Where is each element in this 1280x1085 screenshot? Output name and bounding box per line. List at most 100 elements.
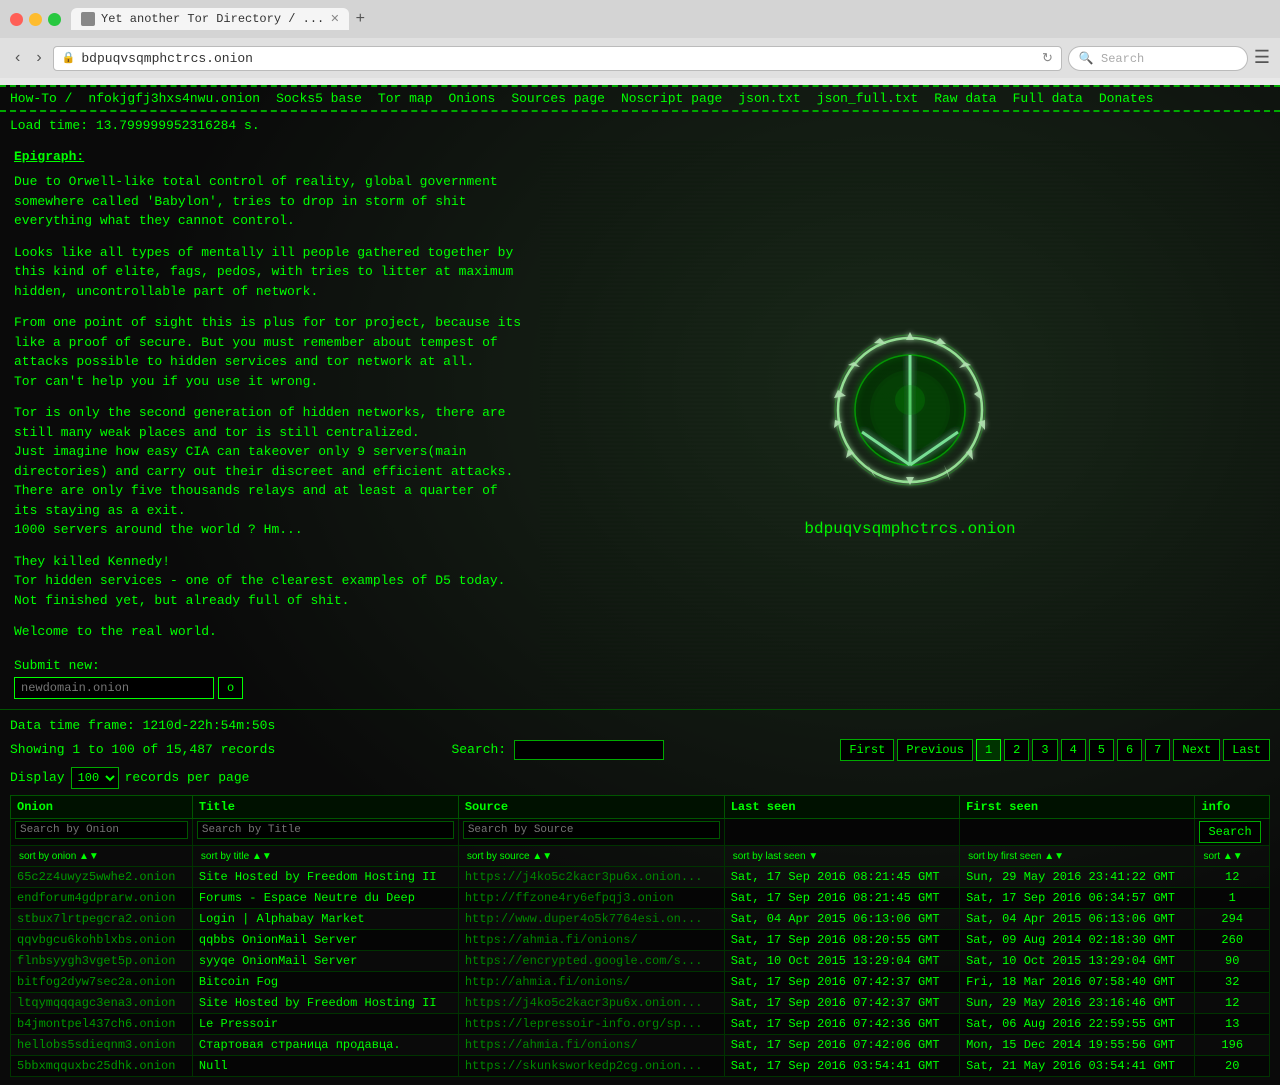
source-link[interactable]: https://lepressoir-info.org/sp...	[465, 1017, 703, 1031]
nav-json-full[interactable]: json_full.txt	[817, 91, 918, 106]
nav-tormap[interactable]: Tor map	[378, 91, 433, 106]
filter-last-seen-cell	[724, 818, 959, 845]
filter-source-input[interactable]	[463, 821, 720, 839]
filter-title-input[interactable]	[197, 821, 454, 839]
sort-first-seen-button[interactable]: sort by first seen ▲▼	[966, 851, 1066, 862]
previous-page-button[interactable]: Previous	[897, 739, 973, 761]
pagination: First Previous 1 2 3 4 5 6 7 Next Last	[840, 739, 1270, 761]
cell-info: 20	[1195, 1055, 1270, 1076]
page-1-button[interactable]: 1	[976, 739, 1001, 761]
onion-link[interactable]: endforum4gdprarw.onion	[17, 891, 175, 905]
cell-info: 1	[1195, 887, 1270, 908]
cell-first-seen: Sat, 10 Oct 2015 13:29:04 GMT	[960, 950, 1195, 971]
first-page-button[interactable]: First	[840, 739, 894, 761]
source-link[interactable]: https://j4ko5c2kacr3pu6x.onion...	[465, 996, 703, 1010]
onion-link[interactable]: qqvbgcu6kohblxbs.onion	[17, 933, 175, 947]
table-row: 5bbxmqquxbc25dhk.onion Null https://skun…	[11, 1055, 1270, 1076]
nav-howto-link[interactable]: nfokjgfj3hxs4nwu.onion	[88, 91, 260, 106]
search-placeholder: Search	[1101, 52, 1144, 66]
cell-title: qqbbs OnionMail Server	[192, 929, 458, 950]
epigraph-p1: Due to Orwell-like total control of real…	[14, 172, 526, 231]
source-link[interactable]: http://ffzone4ry6efpqj3.onion	[465, 891, 674, 905]
table-search-input[interactable]	[514, 740, 664, 760]
filter-onion-input[interactable]	[15, 821, 188, 839]
showing-text: Showing 1 to 100 of 15,487 records	[10, 742, 275, 757]
tab-title: Yet another Tor Directory / ...	[101, 12, 324, 26]
nav-json-txt[interactable]: json.txt	[738, 91, 800, 106]
source-link[interactable]: http://www.duper4o5k7764esi.on...	[465, 912, 703, 926]
site-domain: bdpuqvsqmphctrcs.onion	[804, 520, 1015, 538]
sort-info-button[interactable]: sort ▲▼	[1201, 851, 1244, 862]
nav-bar: How-To / nfokjgfj3hxs4nwu.onion Socks5 b…	[0, 85, 1280, 112]
nav-socks5[interactable]: Socks5 base	[276, 91, 362, 106]
maximize-window-button[interactable]	[48, 13, 61, 26]
nav-sources[interactable]: Sources page	[511, 91, 605, 106]
last-page-button[interactable]: Last	[1223, 739, 1270, 761]
cell-source: https://ahmia.fi/onions/	[458, 929, 724, 950]
sort-title-button[interactable]: sort by title ▲▼	[199, 851, 274, 862]
onion-link[interactable]: ltqymqqqagc3ena3.onion	[17, 996, 175, 1010]
source-link[interactable]: https://j4ko5c2kacr3pu6x.onion...	[465, 870, 703, 884]
traffic-lights	[10, 13, 61, 26]
active-tab[interactable]: Yet another Tor Directory / ... ✕	[71, 8, 349, 30]
onion-link[interactable]: 65c2z4uwyz5wwhe2.onion	[17, 870, 175, 884]
close-window-button[interactable]	[10, 13, 23, 26]
forward-button[interactable]: ›	[31, 47, 46, 69]
sort-last-seen-button[interactable]: sort by last seen ▼	[731, 851, 821, 862]
sort-onion-button[interactable]: sort by onion ▲▼	[17, 851, 101, 862]
table-body: 65c2z4uwyz5wwhe2.onion Site Hosted by Fr…	[11, 866, 1270, 1076]
source-link[interactable]: https://ahmia.fi/onions/	[465, 1038, 638, 1052]
cell-source: https://lepressoir-info.org/sp...	[458, 1013, 724, 1034]
back-button[interactable]: ‹	[10, 47, 25, 69]
close-tab-button[interactable]: ✕	[330, 12, 339, 26]
source-link[interactable]: https://skunksworkedp2cg.onion...	[465, 1059, 703, 1073]
info-col-label: info	[1201, 800, 1263, 814]
url-text: bdpuqvsqmphctrcs.onion	[81, 51, 1036, 66]
page-6-button[interactable]: 6	[1117, 739, 1142, 761]
onion-link[interactable]: bitfog2dyw7sec2a.onion	[17, 975, 175, 989]
submit-row: o	[14, 677, 526, 699]
browser-menu-button[interactable]: ☰	[1254, 47, 1270, 69]
reload-button[interactable]: ↻	[1042, 51, 1053, 66]
next-page-button[interactable]: Next	[1173, 739, 1220, 761]
cell-first-seen: Mon, 15 Dec 2014 19:55:56 GMT	[960, 1034, 1195, 1055]
page-5-button[interactable]: 5	[1089, 739, 1114, 761]
nav-onions[interactable]: Onions	[449, 91, 496, 106]
onion-link[interactable]: 5bbxmqquxbc25dhk.onion	[17, 1059, 175, 1073]
cell-source: https://skunksworkedp2cg.onion...	[458, 1055, 724, 1076]
onion-link[interactable]: stbux7lrtpegcra2.onion	[17, 912, 175, 926]
new-tab-button[interactable]: +	[355, 10, 365, 28]
address-bar[interactable]: 🔒 bdpuqvsqmphctrcs.onion ↻	[53, 46, 1062, 71]
nav-noscript[interactable]: Noscript page	[621, 91, 722, 106]
cell-last-seen: Sat, 17 Sep 2016 03:54:41 GMT	[724, 1055, 959, 1076]
cell-first-seen: Sat, 17 Sep 2016 06:34:57 GMT	[960, 887, 1195, 908]
onion-link[interactable]: b4jmontpel437ch6.onion	[17, 1017, 175, 1031]
nav-full-data[interactable]: Full data	[1013, 91, 1083, 106]
page-4-button[interactable]: 4	[1061, 739, 1086, 761]
sort-source-button[interactable]: sort by source ▲▼	[465, 851, 554, 862]
cell-title: Site Hosted by Freedom Hosting II	[192, 866, 458, 887]
table-controls: Showing 1 to 100 of 15,487 records Searc…	[10, 739, 1270, 761]
page-3-button[interactable]: 3	[1032, 739, 1057, 761]
filter-search-button[interactable]: Search	[1199, 821, 1260, 843]
nav-donates[interactable]: Donates	[1099, 91, 1154, 106]
col-onion: Onion	[11, 795, 193, 818]
page-7-button[interactable]: 7	[1145, 739, 1170, 761]
page-2-button[interactable]: 2	[1004, 739, 1029, 761]
browser-search-box[interactable]: 🔍 Search	[1068, 46, 1248, 71]
table-row: ltqymqqqagc3ena3.onion Site Hosted by Fr…	[11, 992, 1270, 1013]
page-content: How-To / nfokjgfj3hxs4nwu.onion Socks5 b…	[0, 85, 1280, 1085]
source-link[interactable]: https://ahmia.fi/onions/	[465, 933, 638, 947]
submit-button[interactable]: o	[218, 677, 243, 699]
onion-link[interactable]: hellobs5sdieqnm3.onion	[17, 1038, 175, 1052]
nav-raw-data[interactable]: Raw data	[934, 91, 996, 106]
onion-link[interactable]: flnbsyygh3vget5p.onion	[17, 954, 175, 968]
col-title: Title	[192, 795, 458, 818]
cell-source: https://encrypted.google.com/s...	[458, 950, 724, 971]
minimize-window-button[interactable]	[29, 13, 42, 26]
submit-input[interactable]	[14, 677, 214, 699]
source-link[interactable]: http://ahmia.fi/onions/	[465, 975, 631, 989]
source-link[interactable]: https://encrypted.google.com/s...	[465, 954, 703, 968]
records-per-page-select[interactable]: 100 50 25 10	[71, 767, 119, 789]
cell-last-seen: Sat, 04 Apr 2015 06:13:06 GMT	[724, 908, 959, 929]
